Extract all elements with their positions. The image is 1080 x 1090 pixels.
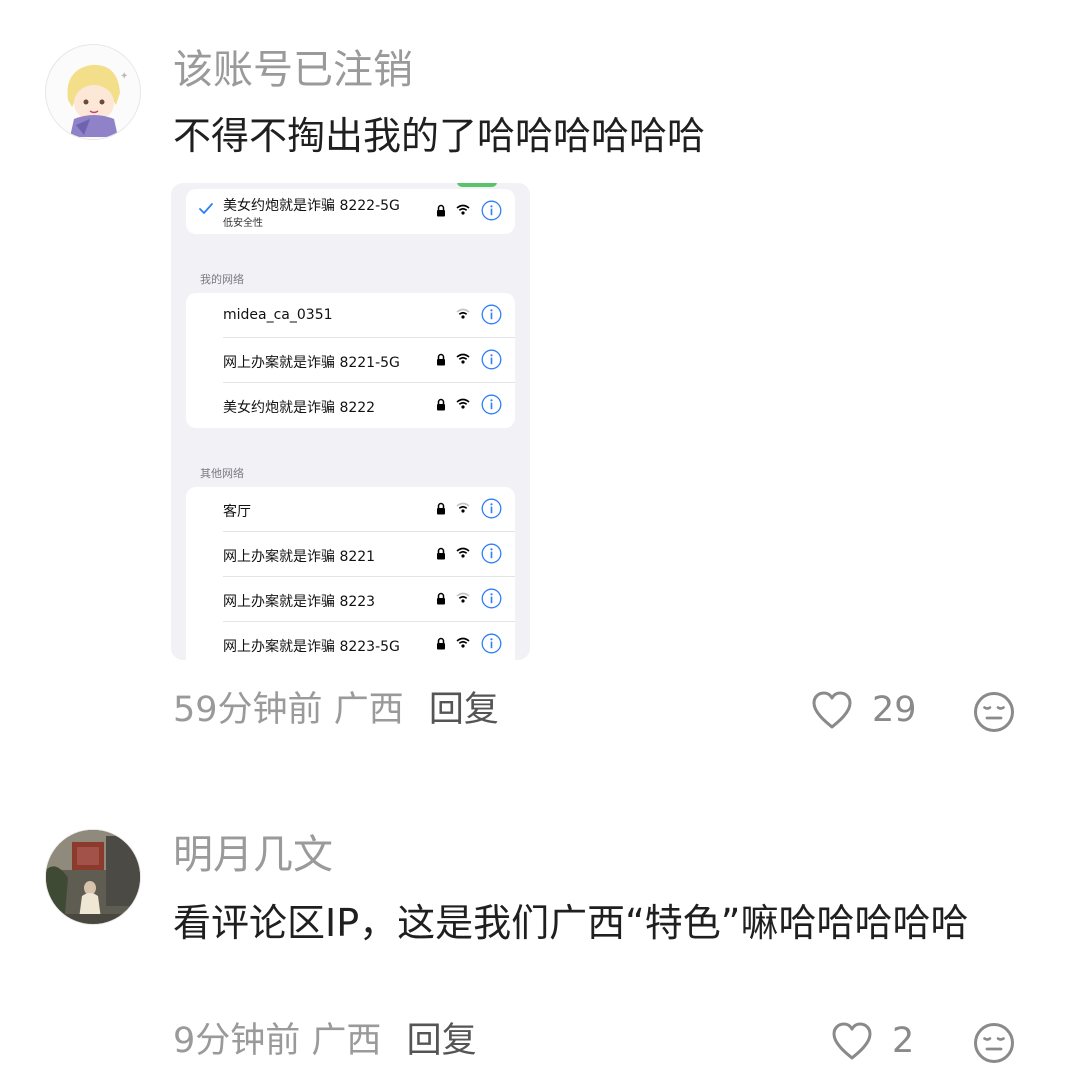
info-icon[interactable] — [481, 588, 502, 609]
network-name: 客厅 — [223, 504, 251, 520]
anime-avatar-icon: ✦ — [46, 45, 140, 139]
toggle-edge — [457, 183, 497, 187]
section-label-other-networks: 其他网络 — [200, 467, 244, 480]
comment-item: 明月几文 看评论区IP，这是我们广西“特色”嘛哈哈哈哈哈 9分钟前 广西 回复 … — [0, 800, 1080, 1090]
network-row[interactable]: 网上办案就是诈骗 8221 — [186, 532, 515, 577]
checkmark-icon — [199, 203, 213, 214]
wifi-icon — [456, 204, 470, 215]
comment-username[interactable]: 明月几文 — [173, 835, 333, 875]
wifi-icon — [456, 637, 470, 648]
lock-icon — [437, 353, 445, 366]
user-avatar[interactable]: ✦ — [45, 44, 141, 140]
network-name: 网上办案就是诈骗 8221 — [223, 549, 376, 565]
info-icon[interactable] — [481, 349, 502, 370]
info-icon[interactable] — [481, 498, 502, 519]
comment-text: 不得不掏出我的了哈哈哈哈哈哈 — [173, 114, 706, 158]
wifi-icon — [456, 353, 470, 364]
reply-button[interactable]: 回复 — [407, 1021, 477, 1061]
wifi-icon — [456, 502, 470, 513]
like-button[interactable]: 29 — [810, 689, 917, 731]
comment-attachment-image[interactable]: 美女约炮就是诈骗 8222-5G 低安全性 我的网络 midea_ca_0351… — [171, 183, 530, 660]
lock-icon — [437, 398, 445, 411]
comment-time: 59分钟前 — [173, 690, 323, 730]
network-security-note: 低安全性 — [223, 218, 263, 229]
photo-avatar-icon — [46, 830, 140, 924]
comment-username[interactable]: 该账号已注销 — [173, 50, 413, 90]
info-icon[interactable] — [481, 200, 502, 221]
network-name: 网上办案就是诈骗 8223-5G — [223, 639, 400, 655]
reply-button[interactable]: 回复 — [429, 690, 499, 730]
network-row[interactable]: midea_ca_0351 — [186, 293, 515, 338]
comment-meta: 59分钟前 广西 回复 — [173, 693, 499, 728]
network-name: 美女约炮就是诈骗 8222 — [223, 400, 376, 416]
like-count: 29 — [872, 690, 917, 730]
network-row[interactable]: 网上办案就是诈骗 8221-5G — [186, 338, 515, 383]
lock-icon — [437, 204, 445, 217]
comment-time: 9分钟前 — [173, 1021, 301, 1061]
wifi-icon — [456, 308, 470, 319]
comment-location: 广西 — [311, 1021, 382, 1061]
section-label-my-networks: 我的网络 — [200, 273, 244, 286]
network-row: 美女约炮就是诈骗 8222-5G 低安全性 — [186, 189, 515, 234]
wifi-icon — [456, 547, 470, 558]
network-name: 网上办案就是诈骗 8221-5G — [223, 355, 400, 371]
other-networks-card: 客厅 网上办案就是诈骗 8221 网上办案就是诈骗 8223 网上办案就是诈骗 … — [186, 487, 515, 660]
network-row[interactable]: 网上办案就是诈骗 8223-5G — [186, 622, 515, 660]
connected-network-card: 美女约炮就是诈骗 8222-5G 低安全性 — [186, 189, 515, 234]
svg-text:✦: ✦ — [120, 71, 128, 82]
network-name: 网上办案就是诈骗 8223 — [223, 594, 376, 610]
wifi-icon — [456, 398, 470, 409]
network-row[interactable]: 网上办案就是诈骗 8223 — [186, 577, 515, 622]
dislike-face-icon[interactable] — [973, 1022, 1015, 1064]
comment-location: 广西 — [333, 690, 404, 730]
like-button[interactable]: 2 — [830, 1020, 914, 1062]
comment-item: ✦ 该账号已注销 不得不掏出我的了哈哈哈哈哈哈 美女约炮就是诈骗 8222-5G… — [0, 0, 1080, 760]
info-icon[interactable] — [481, 543, 502, 564]
lock-icon — [437, 637, 445, 650]
like-count: 2 — [892, 1021, 915, 1061]
comment-meta: 9分钟前 广西 回复 — [173, 1024, 477, 1059]
info-icon[interactable] — [481, 394, 502, 415]
info-icon[interactable] — [481, 304, 502, 325]
info-icon[interactable] — [481, 633, 502, 654]
network-name: midea_ca_0351 — [223, 307, 333, 323]
lock-icon — [437, 502, 445, 515]
wifi-icon — [456, 592, 470, 603]
user-avatar[interactable] — [45, 829, 141, 925]
dislike-face-icon[interactable] — [973, 691, 1015, 733]
network-name: 美女约炮就是诈骗 8222-5G — [223, 198, 400, 214]
heart-icon — [812, 691, 852, 729]
comment-text: 看评论区IP，这是我们广西“特色”嘛哈哈哈哈哈 — [173, 901, 969, 945]
network-row[interactable]: 美女约炮就是诈骗 8222 — [186, 383, 515, 428]
my-networks-card: midea_ca_0351 网上办案就是诈骗 8221-5G 美女约炮就是诈骗 … — [186, 293, 515, 428]
heart-icon — [832, 1022, 872, 1060]
lock-icon — [437, 547, 445, 560]
network-row[interactable]: 客厅 — [186, 487, 515, 532]
lock-icon — [437, 592, 445, 605]
